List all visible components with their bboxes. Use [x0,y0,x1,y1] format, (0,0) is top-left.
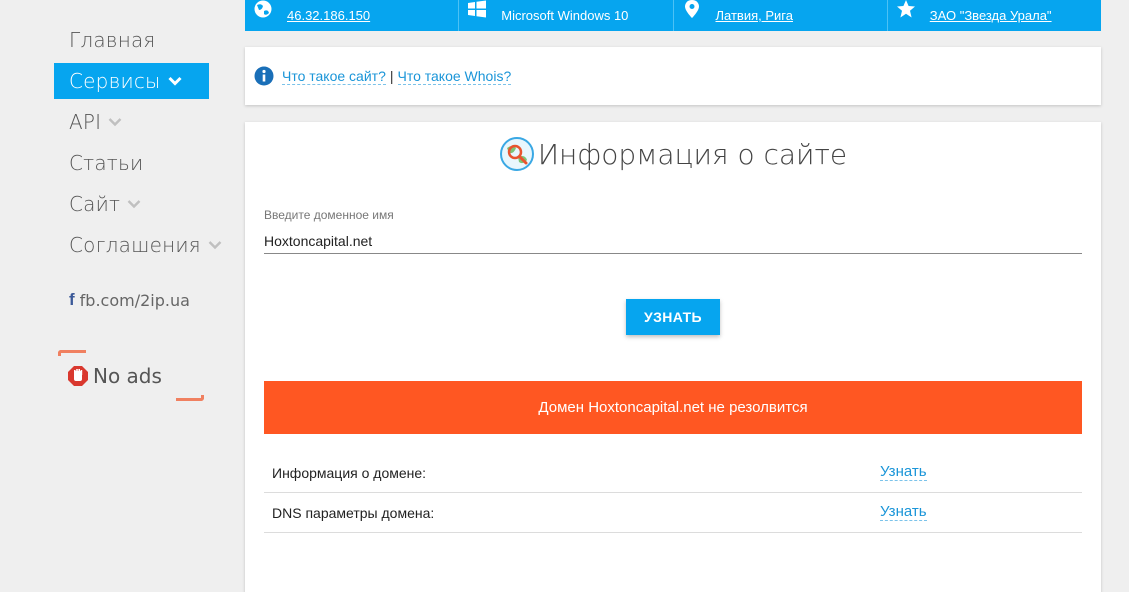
globe-magnifier-icon [499,136,535,172]
row-label: DNS параметры домена: [272,504,435,521]
page-title-text: Информация о сайте [537,137,848,171]
row-label: Информация о домене: [272,464,427,481]
stop-hand-icon [68,366,88,386]
provider-cell: ЗАО "Звезда Урала" [888,0,1101,31]
lookup-button[interactable]: УЗНАТЬ [626,299,720,335]
location-link[interactable]: Латвия, Рига [716,8,793,23]
error-alert: Домен Hoxtoncapital.net не резолвится [264,381,1082,434]
sidebar-item-label: Статьи [69,151,144,175]
os-label: Microsoft Windows 10 [501,8,629,23]
sidebar-item-label: Сайт [69,192,121,216]
chevron-down-icon [168,76,182,86]
no-ads-content: No ads [68,364,162,388]
ip-cell: 46.32.186.150 [245,0,460,31]
sidebar-item-home[interactable]: Главная [54,22,209,58]
visitor-info-bar: 46.32.186.150 Microsoft Windows 10 Латви… [245,0,1101,31]
star-icon [896,0,916,19]
table-row: Информация о домене: Узнать [264,453,1082,493]
table-row: DNS параметры домена: Узнать [264,493,1082,533]
sidebar-item-label: Главная [69,28,156,52]
facebook-link[interactable]: f fb.com/2ip.ua [69,290,190,310]
os-cell: Microsoft Windows 10 [459,0,674,31]
what-is-site-link[interactable]: Что такое сайт? [282,68,386,85]
what-is-whois-link[interactable]: Что такое Whois? [397,68,512,85]
sidebar-nav: Главная Сервисы API Статьи Сайт Соглашен… [54,22,222,401]
no-ads-badge[interactable]: No ads [58,350,204,401]
domain-input[interactable] [264,228,1082,254]
no-ads-label: No ads [93,364,162,388]
sidebar-item-site[interactable]: Сайт [54,186,209,222]
location-pin-icon [682,0,702,19]
chevron-down-icon [108,117,122,127]
info-icon [254,66,274,86]
bracket-corner [58,350,86,356]
windows-icon [467,0,487,19]
facebook-icon: f [69,290,75,309]
location-cell: Латвия, Рига [674,0,888,31]
error-alert-text: Домен Hoxtoncapital.net не резолвится [538,399,808,416]
sidebar-item-label: Соглашения [69,233,201,257]
domain-info-link[interactable]: Узнать [880,464,927,481]
bracket-corner [176,395,204,401]
site-info-card: Информация о сайте Введите доменное имя … [245,122,1101,592]
sidebar-item-api[interactable]: API [54,104,209,140]
info-rows: Информация о домене: Узнать DNS параметр… [264,453,1082,533]
provider-link[interactable]: ЗАО "Звезда Урала" [930,8,1052,23]
help-links-box: Что такое сайт? | Что такое Whois? [245,47,1101,105]
domain-field-label: Введите доменное имя [264,208,394,222]
dns-params-link[interactable]: Узнать [880,504,927,521]
sidebar-item-label: Сервисы [69,69,161,93]
facebook-link-label: fb.com/2ip.ua [79,290,190,310]
page-title: Информация о сайте [245,136,1101,172]
sidebar-item-label: API [69,110,102,134]
domain-field: Введите доменное имя [264,208,1082,254]
chevron-down-icon [208,240,222,250]
sidebar-item-services[interactable]: Сервисы [54,63,209,99]
sidebar-item-articles[interactable]: Статьи [54,145,209,181]
link-separator: | [389,68,394,84]
ip-address-link[interactable]: 46.32.186.150 [287,8,370,23]
globe-icon [253,0,273,19]
chevron-down-icon [127,199,141,209]
sidebar-item-agreements[interactable]: Соглашения [54,227,222,263]
